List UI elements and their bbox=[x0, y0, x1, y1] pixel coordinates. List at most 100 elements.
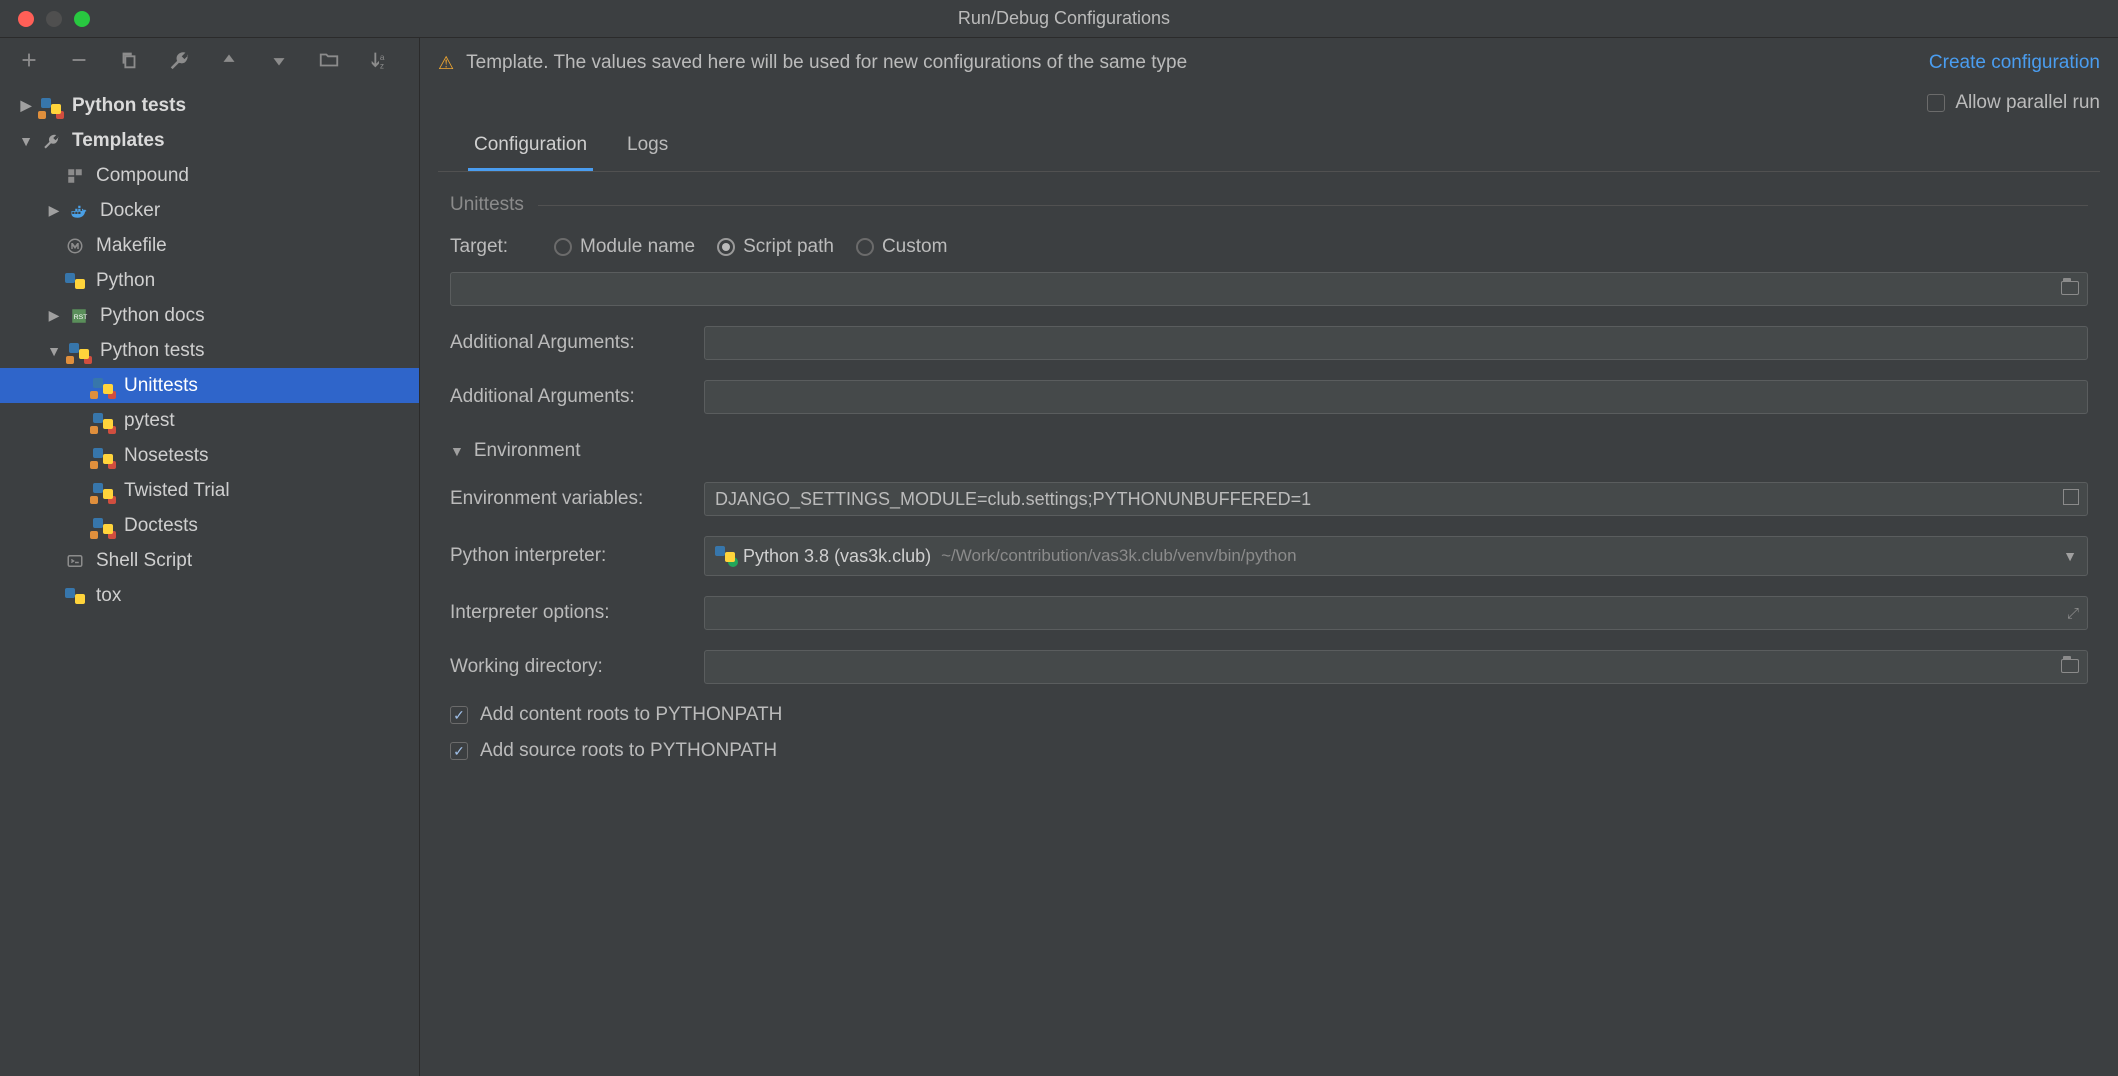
tree-node-tox[interactable]: tox bbox=[0, 578, 419, 613]
tree-label: Twisted Trial bbox=[124, 480, 230, 502]
additional-args-label-2: Additional Arguments: bbox=[450, 386, 690, 408]
tree-label: Python tests bbox=[100, 340, 205, 362]
tree-node-compound[interactable]: Compound bbox=[0, 158, 419, 193]
python-test-icon bbox=[92, 480, 114, 502]
tree-label: Python tests bbox=[72, 95, 186, 117]
python-test-icon bbox=[92, 515, 114, 537]
radio-script-path[interactable]: Script path bbox=[717, 236, 834, 258]
zoom-window-button[interactable] bbox=[74, 11, 90, 27]
copy-icon[interactable] bbox=[118, 49, 140, 71]
sidebar: az ▶ Python tests ▼ Templates Compound ▶ bbox=[0, 38, 420, 1076]
source-roots-label: Add source roots to PYTHONPATH bbox=[480, 740, 777, 762]
tree-node-python-tests-root[interactable]: ▶ Python tests bbox=[0, 88, 419, 123]
interpreter-path: ~/Work/contribution/vas3k.club/venv/bin/… bbox=[941, 546, 1296, 566]
tree-node-nosetests[interactable]: Nosetests bbox=[0, 438, 419, 473]
field-value: DJANGO_SETTINGS_MODULE=club.settings;PYT… bbox=[715, 489, 1311, 510]
tree-label: tox bbox=[96, 585, 121, 607]
add-icon[interactable] bbox=[18, 49, 40, 71]
tree-node-templates[interactable]: ▼ Templates bbox=[0, 123, 419, 158]
tabs: Configuration Logs bbox=[438, 120, 2100, 172]
tree-node-shell-script[interactable]: Shell Script bbox=[0, 543, 419, 578]
tab-logs[interactable]: Logs bbox=[621, 120, 674, 171]
move-up-icon[interactable] bbox=[218, 49, 240, 71]
move-down-icon[interactable] bbox=[268, 49, 290, 71]
env-vars-label: Environment variables: bbox=[450, 488, 690, 510]
browse-folder-icon[interactable] bbox=[2061, 279, 2079, 300]
tree-label: Python docs bbox=[100, 305, 205, 327]
additional-args-field-2[interactable] bbox=[704, 380, 2088, 414]
chevron-down-icon: ▼ bbox=[18, 133, 34, 149]
target-path-field[interactable] bbox=[450, 272, 2088, 306]
tree-node-python[interactable]: Python bbox=[0, 263, 419, 298]
interpreter-options-field[interactable]: ⤢ bbox=[704, 596, 2088, 630]
source-roots-checkbox[interactable] bbox=[450, 742, 468, 760]
interpreter-options-label: Interpreter options: bbox=[450, 602, 690, 624]
shell-icon bbox=[64, 550, 86, 572]
python-icon bbox=[715, 544, 735, 569]
browse-folder-icon[interactable] bbox=[2061, 657, 2079, 678]
expand-icon[interactable]: ⤢ bbox=[2067, 605, 2079, 622]
tree-node-makefile[interactable]: Makefile bbox=[0, 228, 419, 263]
interpreter-select[interactable]: Python 3.8 (vas3k.club) ~/Work/contribut… bbox=[704, 536, 2088, 576]
chevron-down-icon: ▼ bbox=[450, 443, 464, 459]
environment-section-header[interactable]: ▼ Environment bbox=[450, 440, 2088, 462]
tree-node-unittests[interactable]: Unittests bbox=[0, 368, 419, 403]
radio-module-name[interactable]: Module name bbox=[554, 236, 695, 258]
sidebar-toolbar: az bbox=[0, 38, 419, 82]
wrench-icon bbox=[40, 130, 62, 152]
interpreter-label: Python interpreter: bbox=[450, 545, 690, 567]
create-configuration-link[interactable]: Create configuration bbox=[1929, 52, 2100, 74]
radio-custom[interactable]: Custom bbox=[856, 236, 947, 258]
tree-node-twisted-trial[interactable]: Twisted Trial bbox=[0, 473, 419, 508]
tree-label: Makefile bbox=[96, 235, 167, 257]
svg-text:RST: RST bbox=[74, 314, 88, 321]
folder-icon[interactable] bbox=[318, 49, 340, 71]
interpreter-name: Python 3.8 (vas3k.club) bbox=[743, 546, 931, 567]
allow-parallel-run-label: Allow parallel run bbox=[1955, 92, 2100, 114]
chevron-down-icon: ▼ bbox=[2063, 548, 2077, 564]
python-icon bbox=[64, 585, 86, 607]
tree-label: Compound bbox=[96, 165, 189, 187]
tree-label: pytest bbox=[124, 410, 175, 432]
additional-args-field-1[interactable] bbox=[704, 326, 2088, 360]
tree-label: Doctests bbox=[124, 515, 198, 537]
remove-icon[interactable] bbox=[68, 49, 90, 71]
tree-label: Templates bbox=[72, 130, 165, 152]
warning-icon: ⚠ bbox=[438, 53, 454, 74]
divider bbox=[538, 205, 2088, 206]
docker-icon bbox=[68, 200, 90, 222]
working-dir-field[interactable] bbox=[704, 650, 2088, 684]
tree-label: Python bbox=[96, 270, 155, 292]
list-edit-icon[interactable] bbox=[2063, 489, 2079, 510]
allow-parallel-run-checkbox[interactable] bbox=[1927, 94, 1945, 112]
section-header-unittests: Unittests bbox=[450, 194, 2088, 216]
python-tests-icon bbox=[68, 340, 90, 362]
tab-configuration[interactable]: Configuration bbox=[468, 120, 593, 171]
window-title: Run/Debug Configurations bbox=[90, 8, 2038, 29]
chevron-right-icon: ▶ bbox=[46, 202, 62, 219]
tree-node-pytest[interactable]: pytest bbox=[0, 403, 419, 438]
config-tree: ▶ Python tests ▼ Templates Compound ▶ Do… bbox=[0, 82, 419, 613]
minimize-window-button[interactable] bbox=[46, 11, 62, 27]
sort-icon[interactable]: az bbox=[368, 49, 390, 71]
python-test-icon bbox=[92, 445, 114, 467]
svg-text:z: z bbox=[380, 61, 384, 70]
tree-label: Shell Script bbox=[96, 550, 192, 572]
content-roots-checkbox[interactable] bbox=[450, 706, 468, 724]
python-tests-icon bbox=[40, 95, 62, 117]
titlebar: Run/Debug Configurations bbox=[0, 0, 2118, 38]
content-roots-label: Add content roots to PYTHONPATH bbox=[480, 704, 782, 726]
target-radio-group: Module name Script path Custom bbox=[554, 236, 947, 258]
tree-node-docker[interactable]: ▶ Docker bbox=[0, 193, 419, 228]
section-title: Unittests bbox=[450, 194, 524, 216]
wrench-icon[interactable] bbox=[168, 49, 190, 71]
env-vars-field[interactable]: DJANGO_SETTINGS_MODULE=club.settings;PYT… bbox=[704, 482, 2088, 516]
target-label: Target: bbox=[450, 236, 540, 258]
chevron-right-icon: ▶ bbox=[18, 97, 34, 114]
close-window-button[interactable] bbox=[18, 11, 34, 27]
tree-node-python-tests[interactable]: ▼ Python tests bbox=[0, 333, 419, 368]
chevron-right-icon: ▶ bbox=[46, 307, 62, 324]
template-banner: ⚠ Template. The values saved here will b… bbox=[420, 38, 2118, 74]
tree-node-doctests[interactable]: Doctests bbox=[0, 508, 419, 543]
tree-node-python-docs[interactable]: ▶ RST Python docs bbox=[0, 298, 419, 333]
